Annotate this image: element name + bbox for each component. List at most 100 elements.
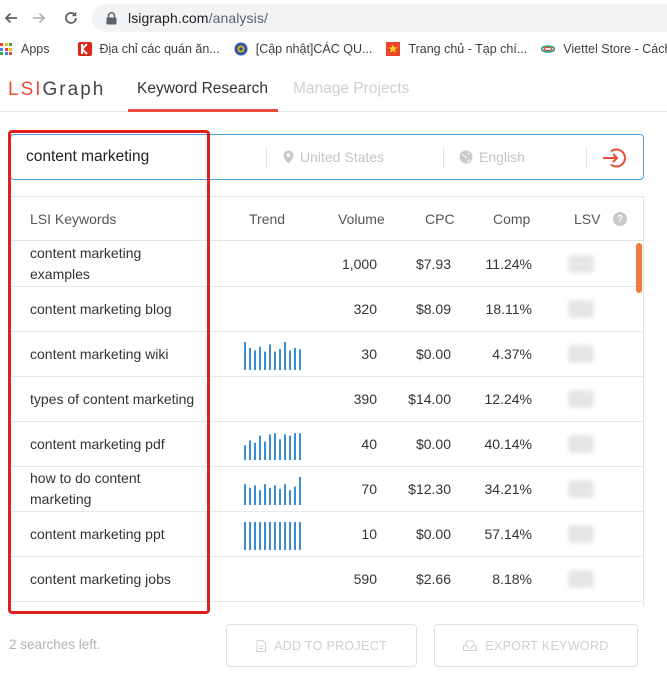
table-row[interactable]: how to do content marketing 70 $12.30 34.21… (11, 467, 643, 512)
table-row[interactable]: content marketing ppt 10 $0.00 57.14% (11, 512, 643, 557)
url-text: lsigraph.com/analysis/ (128, 10, 268, 26)
cpc-cell: $14.00 (408, 391, 451, 407)
export-keyword-label: EXPORT KEYWORD (485, 638, 609, 653)
trend-bar (294, 522, 296, 550)
table-row[interactable]: content marketing blog 320 $8.09 18.11% (11, 287, 643, 332)
location-placeholder: United States (300, 149, 385, 165)
keyword-cell[interactable]: content marketing pdf (30, 422, 205, 466)
keyword-cell[interactable]: types of content marketing (30, 377, 205, 421)
enter-arrow-icon (603, 148, 626, 168)
trend-bar (254, 442, 256, 460)
language-select[interactable]: English (459, 149, 525, 165)
trend-bar (269, 487, 271, 505)
trend-bar (244, 522, 246, 550)
tab-keyword-research[interactable]: Keyword Research (137, 80, 268, 98)
trend-bar (269, 434, 271, 460)
header-volume[interactable]: Volume (338, 211, 385, 227)
table-row[interactable]: content marketing pdf 40 $0.00 40.14% (11, 422, 643, 467)
keyword-cell[interactable]: content marketing jobs (30, 557, 205, 601)
trend-bar (274, 522, 276, 550)
table-row[interactable]: content marketing examples 1,000 $7.93 11.2… (11, 242, 643, 287)
trend-bar (249, 440, 251, 460)
address-bar[interactable]: lsigraph.com/analysis/ (92, 4, 667, 32)
trend-bar (279, 349, 281, 370)
header-cpc[interactable]: CPC (425, 211, 455, 227)
comp-cell: 4.37% (492, 346, 532, 362)
trend-bar (259, 490, 261, 505)
viettel-logo-icon (540, 42, 556, 56)
searches-left-text: 2 searches left. (9, 637, 101, 652)
table-row[interactable]: content marketing jobs 590 $2.66 8.18% (11, 557, 643, 602)
header-lsv[interactable]: LSV (574, 211, 600, 227)
bookmarks-bar: Apps Địa chỉ các quán ăn... [Cập nhật]CÁ… (0, 36, 667, 62)
volume-cell: 390 (353, 391, 377, 407)
divider (443, 147, 444, 169)
trend-sparkline (244, 433, 301, 460)
add-to-project-button[interactable]: ADD TO PROJECT (226, 624, 417, 667)
reload-icon[interactable] (60, 7, 82, 29)
keyword-cell[interactable]: content marketing wiki (30, 332, 205, 376)
keywords-table: LSI Keywords Trend Volume CPC Comp LSV ?… (10, 196, 644, 606)
trend-bar (264, 351, 266, 370)
volume-cell: 10 (361, 526, 377, 542)
cpc-cell: $12.30 (408, 481, 451, 497)
lock-icon (104, 11, 118, 25)
comp-cell: 11.24% (485, 256, 532, 272)
bookmark-item[interactable]: [Cập nhật]CÁC QU... (234, 42, 372, 56)
trend-bar (284, 484, 286, 505)
trend-bar (299, 522, 301, 550)
volume-cell: 30 (361, 346, 377, 362)
trend-bar (274, 351, 276, 370)
help-icon[interactable]: ? (613, 212, 627, 226)
trend-bar (284, 342, 286, 370)
keyword-search-input[interactable]: content marketing (26, 148, 149, 166)
bookmark-item[interactable]: Viettel Store - Cách... (540, 42, 667, 56)
keyword-cell[interactable]: content marketing ppt (30, 512, 205, 556)
trend-bar (269, 522, 271, 550)
scrollbar-thumb[interactable] (636, 243, 642, 293)
trend-bar (289, 435, 291, 460)
trend-bar (254, 350, 256, 370)
cpc-cell: $0.00 (415, 436, 451, 452)
header-lsi-keywords[interactable]: LSI Keywords (30, 211, 116, 227)
apps-grid-icon (0, 43, 12, 55)
trend-bar (279, 522, 281, 550)
keyword-cell[interactable]: how to do content marketing (30, 467, 205, 511)
comp-cell: 8.18% (492, 571, 532, 587)
map-pin-icon (283, 150, 294, 164)
lsv-blurred-value (568, 480, 594, 498)
bookmark-label: Viettel Store - Cách... (563, 42, 667, 56)
table-row[interactable]: content marketing wiki 30 $0.00 4.37% (11, 332, 643, 377)
trend-bar (264, 484, 266, 505)
trend-bar (249, 522, 251, 550)
trend-bar (254, 485, 256, 505)
search-submit-button[interactable] (601, 144, 629, 172)
volume-cell: 40 (361, 436, 377, 452)
divider (266, 147, 267, 169)
trend-bar (244, 484, 246, 505)
keyword-cell[interactable]: content marketing blog (30, 287, 205, 331)
lsigraph-logo[interactable]: LSIGraph (8, 79, 105, 101)
bookmark-apps[interactable]: Apps (0, 42, 50, 56)
header-trend[interactable]: Trend (249, 211, 285, 227)
tab-manage-projects[interactable]: Manage Projects (293, 80, 409, 98)
volume-cell: 320 (353, 301, 377, 317)
trend-bar (284, 522, 286, 550)
bookmark-item[interactable]: Trang chủ - Tạp chí... (386, 42, 527, 56)
tray-icon (463, 640, 478, 651)
table-header: LSI Keywords Trend Volume CPC Comp LSV ? (11, 197, 643, 241)
export-keyword-button[interactable]: EXPORT KEYWORD (434, 624, 638, 667)
bookmark-item[interactable]: Địa chỉ các quán ăn... (77, 42, 220, 56)
trend-bar (294, 348, 296, 370)
header-comp[interactable]: Comp (493, 211, 530, 227)
logo-lsi: LSI (8, 79, 43, 100)
location-select[interactable]: United States (283, 149, 384, 165)
trend-bar (274, 433, 276, 460)
trend-bar (244, 342, 246, 370)
table-row[interactable]: types of content marketing 390 $14.00 12.24… (11, 377, 643, 422)
forward-arrow-icon[interactable] (28, 7, 50, 29)
back-arrow-icon[interactable] (0, 7, 22, 29)
keyword-cell[interactable]: content marketing examples (30, 242, 205, 286)
trend-bar (249, 348, 251, 370)
bookmark-label: Apps (21, 42, 50, 56)
